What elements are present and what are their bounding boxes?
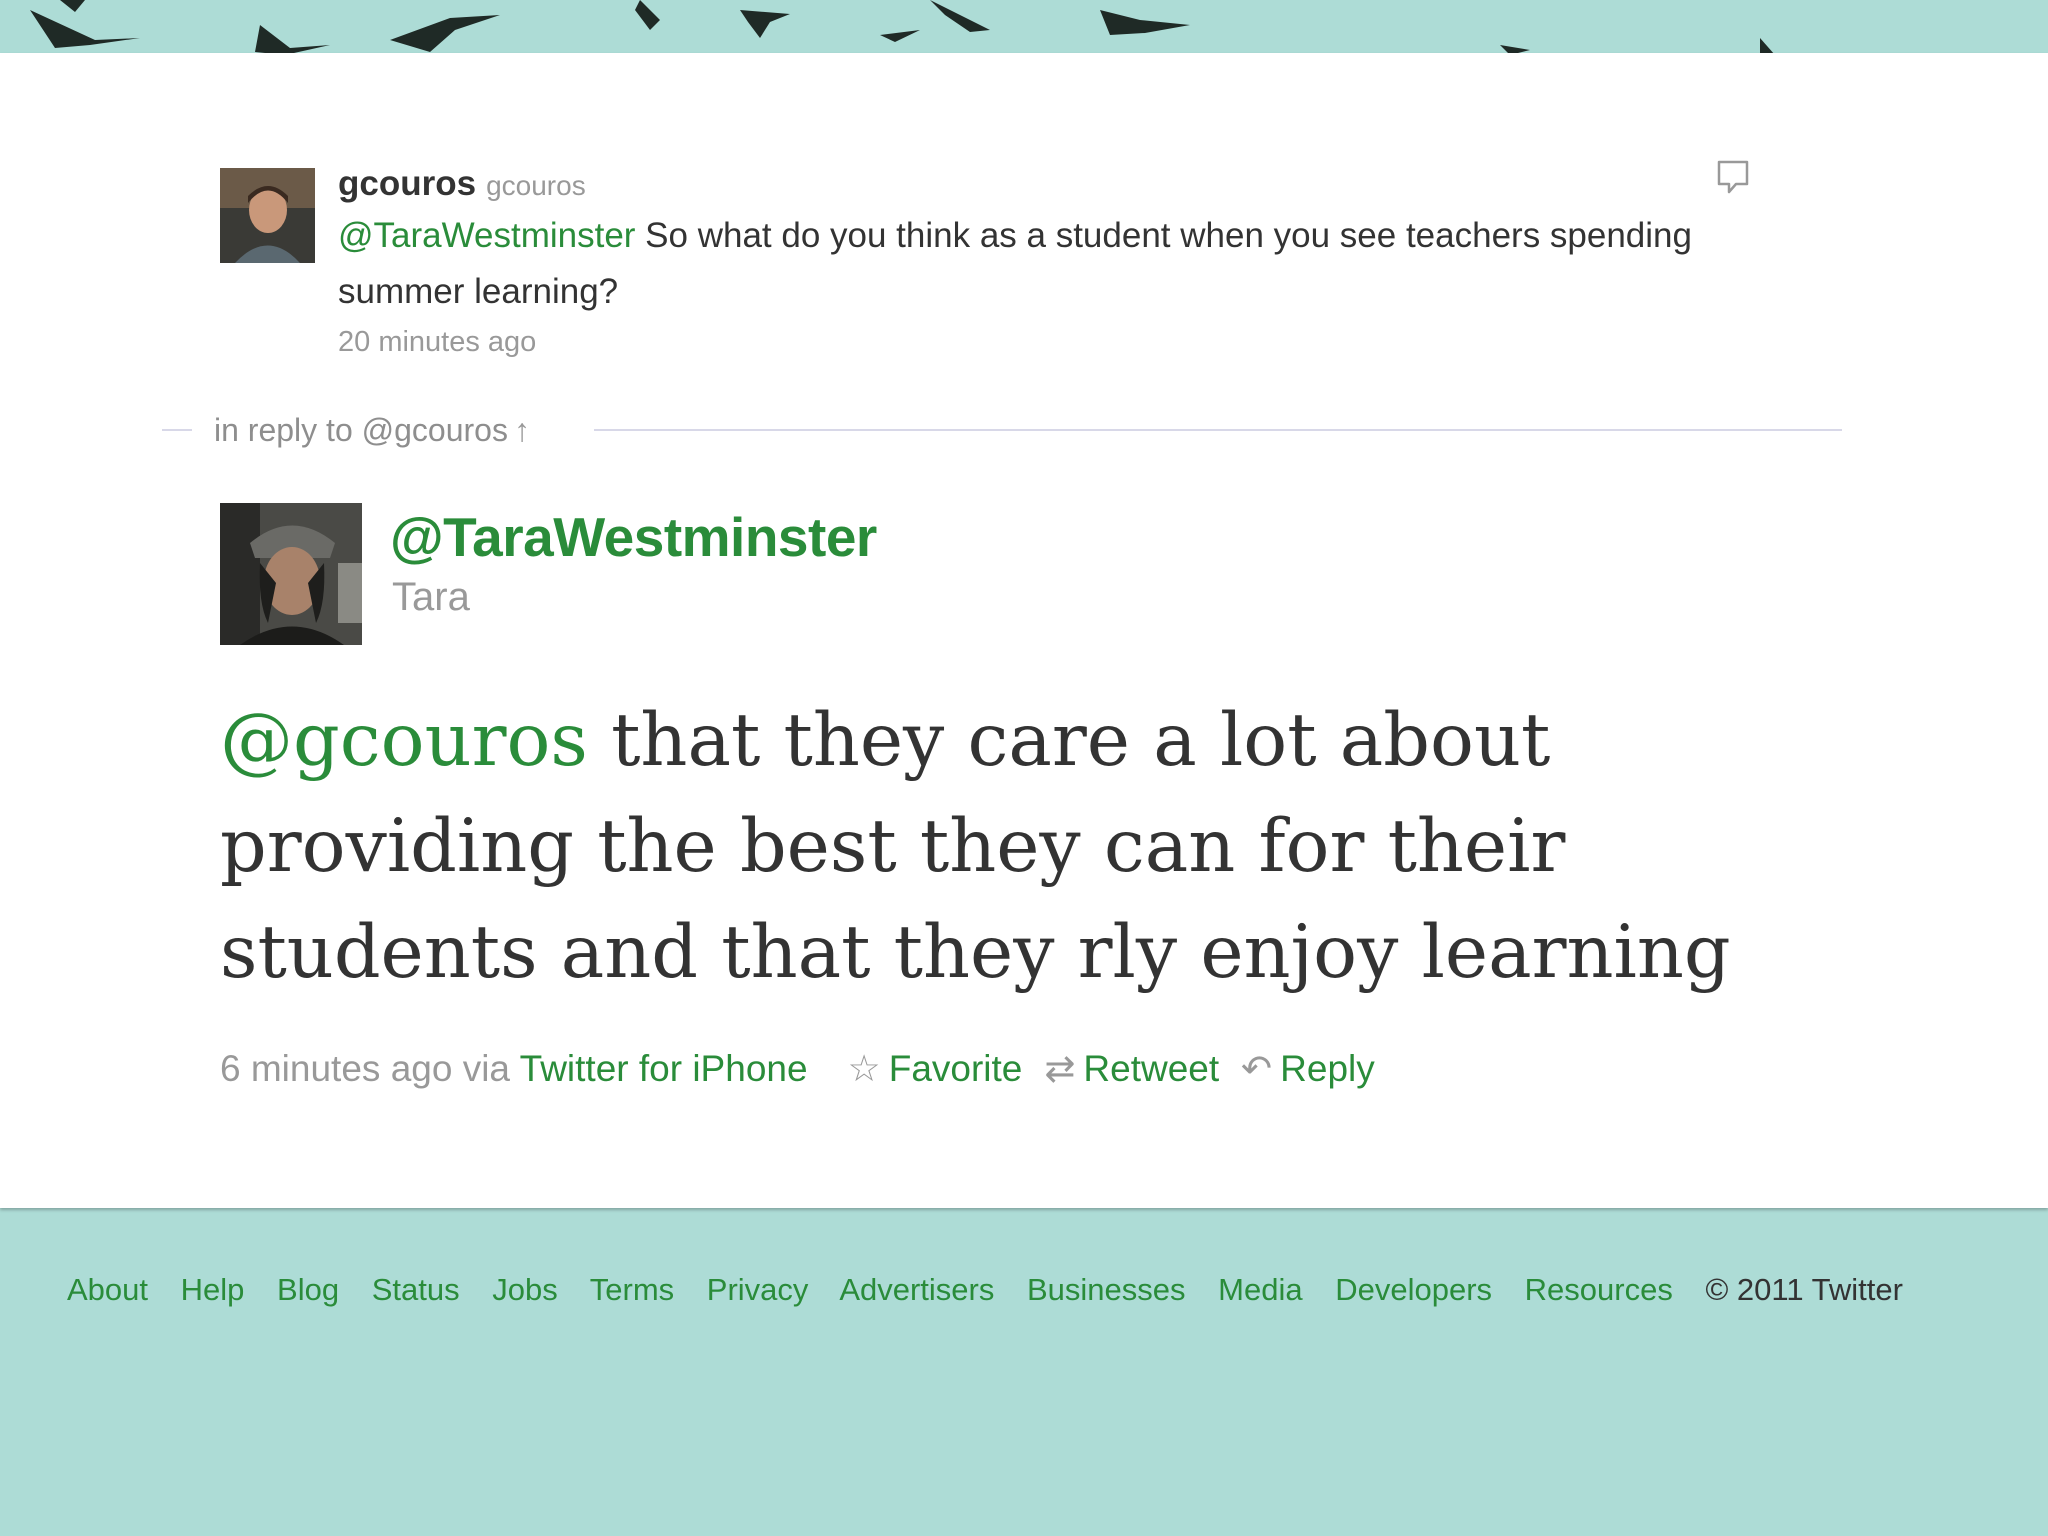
retweet-icon: ⇄ — [1044, 1048, 1076, 1089]
retweet-button[interactable]: ⇄ Retweet — [1044, 1048, 1219, 1089]
main-tweet-text: @gcouros that they care a lot about prov… — [220, 688, 1780, 1006]
original-timestamp[interactable]: 20 minutes ago — [338, 326, 536, 359]
retweet-label: Retweet — [1083, 1048, 1220, 1089]
divider-line-right — [594, 429, 1842, 431]
star-icon: ☆ — [847, 1048, 881, 1089]
footer-copyright: © 2011 Twitter — [1705, 1272, 1903, 1307]
reply-context-label: in reply to @gcouros — [214, 412, 508, 448]
reply-label: Reply — [1280, 1048, 1375, 1089]
footer-link-advertisers[interactable]: Advertisers — [839, 1272, 994, 1307]
reply-button[interactable]: ↶ Reply — [1241, 1048, 1375, 1089]
avatar-photo-icon — [220, 168, 315, 263]
speech-bubble-icon[interactable] — [1714, 158, 1752, 198]
divider-line-left — [162, 429, 192, 431]
original-tweet-text: @TaraWestminster So what do you think as… — [338, 208, 1718, 320]
birds-icon — [30, 0, 1775, 55]
avatar-photo-icon — [220, 503, 362, 645]
reply-context-divider: in reply to @gcouros ↑ — [162, 410, 1842, 450]
tweet-meta-row: 6 minutes ago via Twitter for iPhone ☆ Fav… — [220, 1044, 1397, 1094]
footer-link-terms[interactable]: Terms — [590, 1272, 674, 1307]
footer-nav: About Help Blog Status Jobs Terms Privac… — [67, 1270, 1903, 1310]
footer-link-jobs[interactable]: Jobs — [492, 1272, 557, 1307]
original-mention-link[interactable]: @TaraWestminster — [338, 216, 635, 255]
favorite-label: Favorite — [888, 1048, 1023, 1089]
favorite-button[interactable]: ☆ Favorite — [848, 1048, 1023, 1089]
footer-link-businesses[interactable]: Businesses — [1027, 1272, 1186, 1307]
footer-link-help[interactable]: Help — [181, 1272, 245, 1307]
footer-link-status[interactable]: Status — [372, 1272, 460, 1307]
reply-context-link[interactable]: in reply to @gcouros ↑ — [214, 410, 530, 450]
tara-avatar[interactable] — [220, 503, 362, 645]
bird-background-banner — [0, 0, 2048, 55]
footer-link-blog[interactable]: Blog — [277, 1272, 339, 1307]
footer-link-privacy[interactable]: Privacy — [707, 1272, 809, 1307]
original-screen-name[interactable]: gcouros — [338, 164, 476, 203]
original-handle[interactable]: gcouros — [486, 170, 586, 201]
main-mention-link[interactable]: @gcouros — [220, 698, 588, 783]
main-full-name: Tara — [392, 575, 470, 619]
tweet-source-link[interactable]: Twitter for iPhone — [520, 1048, 808, 1089]
footer-link-media[interactable]: Media — [1218, 1272, 1302, 1307]
main-screen-name[interactable]: @TaraWestminster — [390, 505, 877, 569]
main-timestamp[interactable]: 6 minutes ago via — [220, 1048, 510, 1089]
footer-link-about[interactable]: About — [67, 1272, 148, 1307]
reply-arrow-icon: ↶ — [1241, 1048, 1273, 1089]
footer-link-developers[interactable]: Developers — [1335, 1272, 1492, 1307]
footer-link-resources[interactable]: Resources — [1525, 1272, 1673, 1307]
original-author: gcouros gcouros — [338, 164, 586, 204]
gcouros-avatar[interactable] — [220, 168, 315, 263]
up-arrow-icon: ↑ — [513, 412, 530, 448]
